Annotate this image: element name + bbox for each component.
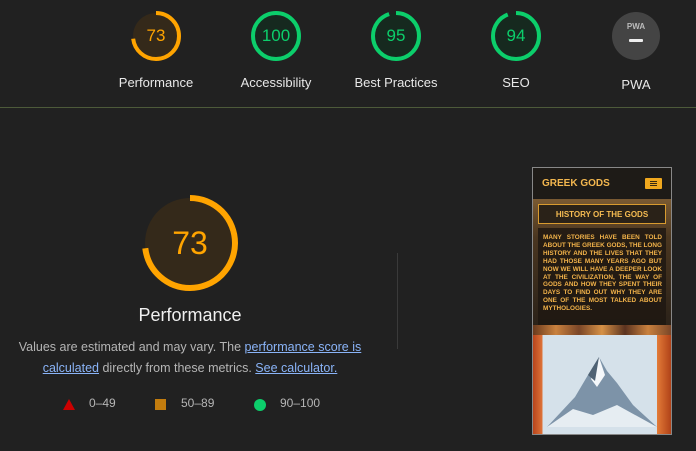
legend-range: 90–100 (280, 396, 321, 410)
legend-range: 0–49 (89, 396, 116, 410)
gauge-pwa[interactable]: PWA PWA (576, 10, 696, 92)
circle-pass-icon (254, 399, 266, 411)
gauge-label: Performance (118, 75, 194, 90)
screenshot-site-title: GREEK GODS (542, 178, 610, 189)
gauge-label: Accessibility (240, 75, 312, 90)
triangle-fail-icon (63, 399, 75, 410)
performance-description: Values are estimated and may vary. The p… (14, 337, 366, 379)
gauge-accessibility[interactable]: 100 Accessibility (216, 10, 336, 90)
gauge-score: 100 (261, 26, 291, 45)
gauge-label: PWA (621, 77, 651, 92)
gauge-score: 94 (506, 26, 526, 45)
screenshot-header: GREEK GODS (533, 168, 671, 198)
screenshot-banner: HISTORY OF THE GODS (538, 204, 666, 224)
pwa-badge-text: PWA (626, 22, 646, 31)
hamburger-menu-icon (645, 178, 662, 189)
performance-title: Performance (138, 305, 242, 325)
gauge-best-practices[interactable]: 95 Best Practices (336, 10, 456, 90)
gauge-performance[interactable]: 73 Performance (96, 10, 216, 90)
pwa-dash-icon (629, 39, 643, 42)
final-screenshot[interactable]: GREEK GODS HISTORY OF THE GODS Many stor… (532, 167, 672, 435)
performance-main-score: 73 (172, 225, 208, 261)
screenshot-paragraph: Many stories have been told about the Gr… (538, 228, 666, 325)
category-scores-bar: 73 Performance 100 Accessibility 95 Best… (0, 0, 696, 108)
mountain-icon (543, 335, 657, 434)
screenshot-decorative-strip (533, 325, 671, 335)
screenshot-banner-text: HISTORY OF THE GODS (555, 210, 649, 219)
gauge-label: SEO (502, 75, 530, 90)
description-text: Values are estimated and may vary. The (18, 340, 245, 354)
gauge-score: 95 (386, 26, 406, 45)
see-calculator-link[interactable]: See calculator. (255, 361, 337, 375)
performance-main-gauge: 73 (140, 193, 240, 293)
gauge-seo[interactable]: 94 SEO (456, 10, 576, 90)
description-text: directly from these metrics. (99, 361, 256, 375)
gauge-label: Best Practices (354, 75, 438, 90)
mountain-image (533, 335, 671, 434)
legend-range: 50–89 (181, 396, 215, 410)
section-divider (397, 253, 398, 349)
square-average-icon (155, 399, 166, 410)
gauge-score: 73 (146, 26, 166, 45)
pwa-badge-icon: PWA (612, 12, 660, 60)
